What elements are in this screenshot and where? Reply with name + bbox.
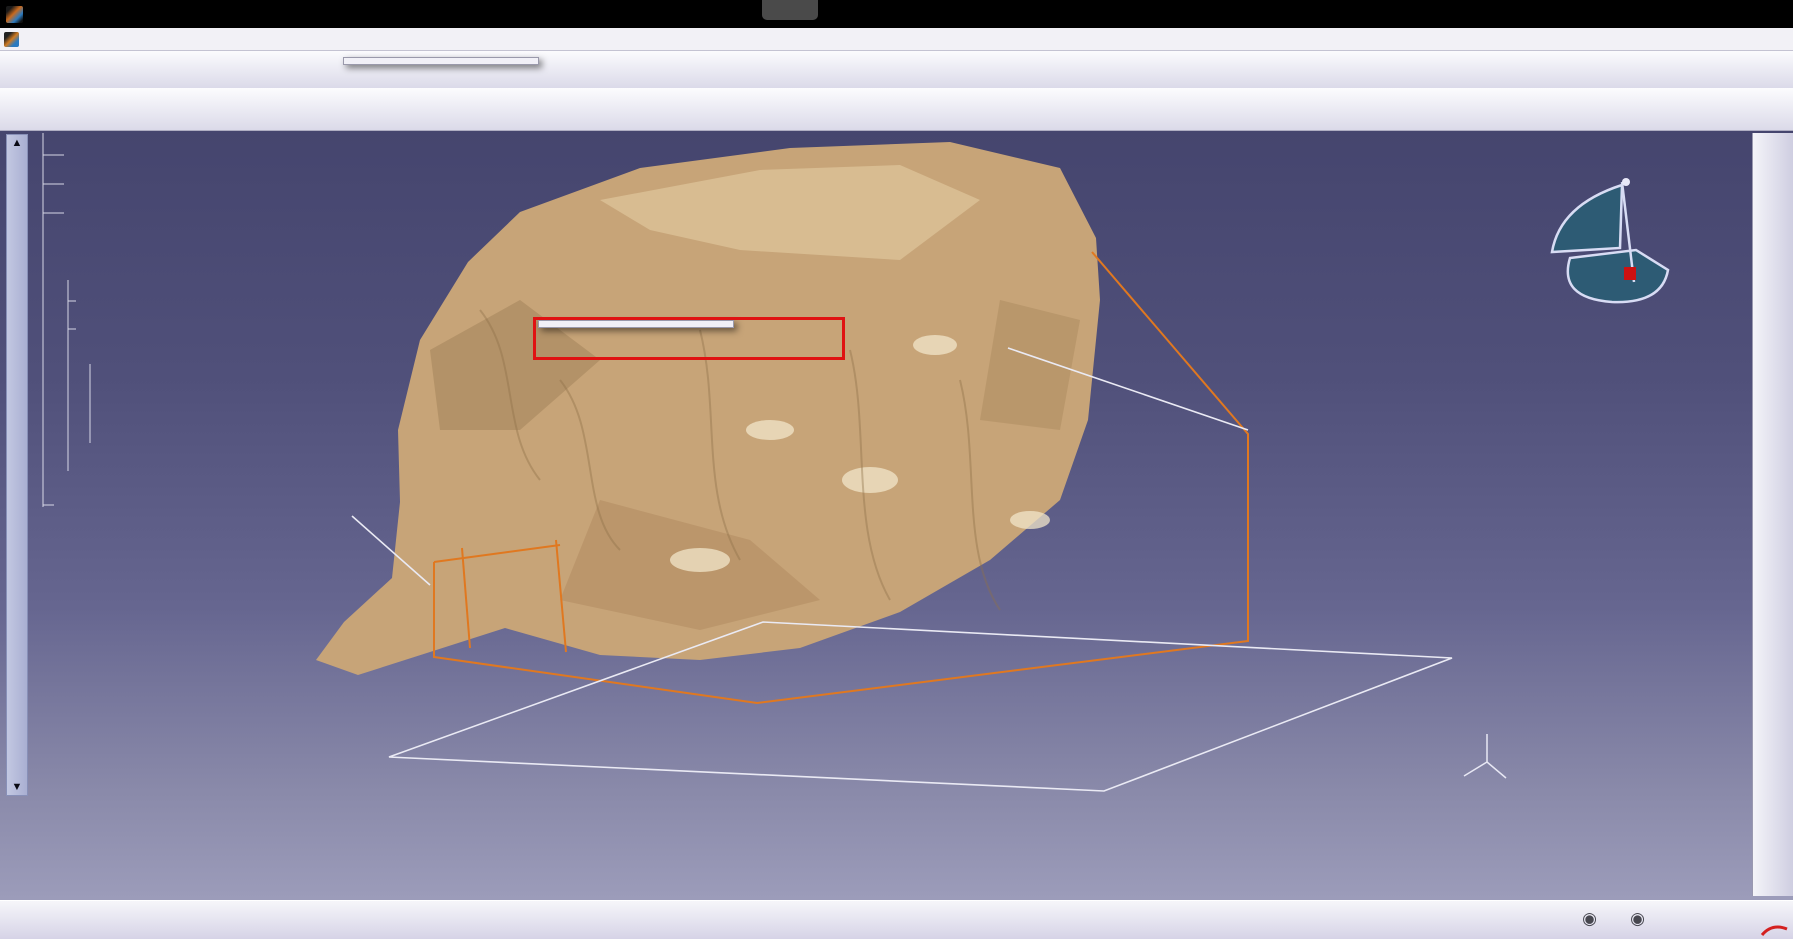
scroll-up-icon[interactable]: ▲ (7, 137, 27, 149)
axis-triad (1463, 734, 1507, 779)
document-icon[interactable] (4, 31, 19, 47)
title-bar (0, 0, 1793, 28)
standard-toolbar: ◉ ◉ (0, 900, 1793, 939)
menu-bar (0, 28, 1793, 51)
compass-origin-handle[interactable] (1624, 267, 1636, 280)
watermark-eye-icon: ◉ (1582, 909, 1597, 928)
view-compass[interactable] (1550, 178, 1670, 304)
catia-application-window: ▲ ▼ ◉ ◉ (0, 0, 1793, 939)
titlebar-dropdown-button[interactable] (762, 0, 818, 20)
close-button[interactable] (1748, 0, 1793, 28)
watermark-eye-icon: ◉ (1630, 909, 1645, 928)
mesh-toolbar-row (0, 50, 1793, 89)
graphic-properties-toolbar-row (0, 88, 1793, 131)
mesh-submenu (538, 320, 734, 328)
minimize-button[interactable] (1658, 0, 1703, 28)
tree-scroll-strip[interactable]: ▲ ▼ (6, 134, 28, 796)
3d-viewport[interactable]: ▲ ▼ (0, 130, 1793, 900)
app-icon (6, 5, 23, 23)
tree-connectors (42, 133, 91, 507)
insert-menu (343, 57, 539, 65)
restore-button[interactable] (1703, 0, 1748, 28)
catia-logo (1760, 925, 1790, 938)
scroll-down-icon[interactable]: ▼ (7, 781, 27, 793)
workbench-toolbar (1752, 133, 1793, 896)
